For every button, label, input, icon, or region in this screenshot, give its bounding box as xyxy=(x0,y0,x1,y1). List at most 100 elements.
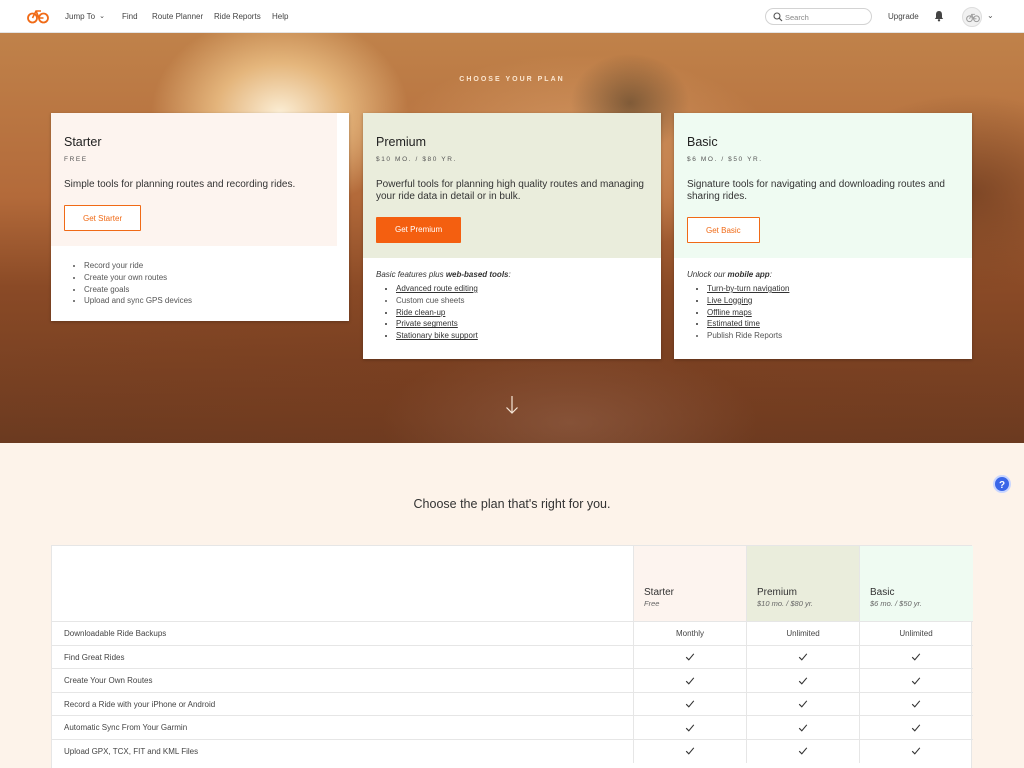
plan-card-header: Starter FREE Simple tools for planning r… xyxy=(51,113,337,246)
check-icon xyxy=(685,724,695,732)
features-intro: Basic features plus web-based tools: xyxy=(376,270,511,279)
plan-card-body: Record your ride Create your own routes … xyxy=(51,246,349,307)
check-icon xyxy=(685,747,695,756)
table-row: Record a Ride with your iPhone or Androi… xyxy=(52,691,973,716)
table-cell xyxy=(859,645,972,669)
check-icon xyxy=(798,677,808,685)
table-cell xyxy=(859,716,972,740)
feature-item: Custom cue sheets xyxy=(396,295,648,307)
feature-link[interactable]: Live Logging xyxy=(707,295,959,307)
column-name: Starter xyxy=(644,587,675,598)
check-icon xyxy=(911,747,921,756)
table-cell xyxy=(746,716,859,740)
column-price: $10 mo. / $80 yr. xyxy=(757,599,814,608)
section-title: Choose the plan that's right for you. xyxy=(413,497,611,511)
table-cell: Monthly xyxy=(633,622,746,646)
feature-link[interactable]: Ride clean-up xyxy=(396,307,648,319)
table-cell xyxy=(746,645,859,669)
feature-link[interactable]: Stationary bike support xyxy=(396,330,648,342)
table-cell xyxy=(633,692,746,716)
column-price: $6 mo. / $50 yr. xyxy=(870,599,922,608)
plan-description: Powerful tools for planning high quality… xyxy=(376,179,644,202)
feature-link[interactable]: Private segments xyxy=(396,318,648,330)
feature-list: Turn-by-turn navigation Live Logging Off… xyxy=(695,283,959,342)
table-row: Find Great Rides xyxy=(52,644,973,669)
plan-name: Premium xyxy=(376,135,427,149)
table-row: Downloadable Ride Backups Monthly Unlimite… xyxy=(52,621,973,646)
feature-item: Upload and sync GPS devices xyxy=(84,295,336,307)
feature-link[interactable]: Advanced route editing xyxy=(396,283,648,295)
bell-icon[interactable] xyxy=(933,10,945,22)
check-icon xyxy=(911,653,921,662)
search-input[interactable] xyxy=(785,11,865,23)
plan-card-starter: Starter FREE Simple tools for planning r… xyxy=(51,113,349,321)
column-header-basic: Basic $6 mo. / $50 yr. xyxy=(859,546,973,621)
get-starter-button[interactable]: Get Starter xyxy=(64,205,142,231)
plan-price: FREE xyxy=(64,156,88,163)
plan-card-header: Basic $6 MO. / $50 YR. Signature tools f… xyxy=(674,113,972,258)
plan-price: $6 MO. / $50 YR. xyxy=(687,156,763,163)
column-header-starter: Starter Free xyxy=(633,546,746,621)
get-premium-button[interactable]: Get Premium xyxy=(376,217,462,243)
feature-link[interactable]: Turn-by-turn navigation xyxy=(707,283,959,295)
logo-icon[interactable] xyxy=(27,8,49,24)
top-nav: Jump To ⌄ Find Route Planner Ride Reports… xyxy=(0,0,1024,33)
get-basic-button[interactable]: Get Basic xyxy=(687,217,760,243)
chevron-down-icon[interactable]: ⌄ xyxy=(987,11,994,20)
table-cell xyxy=(633,716,746,740)
feature-name: Downloadable Ride Backups xyxy=(64,629,167,638)
upgrade-link[interactable]: Upgrade xyxy=(888,12,919,21)
feature-list: Advanced route editing Custom cue sheets… xyxy=(384,283,648,342)
check-icon xyxy=(798,653,808,662)
column-header-premium: Premium $10 mo. / $80 yr. xyxy=(746,546,859,621)
check-icon xyxy=(911,724,921,732)
plan-card-basic: Basic $6 MO. / $50 YR. Signature tools f… xyxy=(674,113,972,359)
help-icon[interactable]: ? xyxy=(993,475,1011,493)
feature-name: Upload GPX, TCX, FIT and KML Files xyxy=(64,746,199,756)
table-cell xyxy=(859,739,972,763)
plan-name: Starter xyxy=(64,135,102,149)
table-cell xyxy=(746,739,859,763)
nav-route-planner[interactable]: Route Planner xyxy=(152,12,203,21)
plan-card-body: Basic features plus web-based tools: Adv… xyxy=(363,258,661,342)
search-icon xyxy=(773,12,783,22)
column-name: Premium xyxy=(757,587,798,598)
plan-card-body: Unlock our mobile app: Turn-by-turn navi… xyxy=(674,258,972,342)
avatar[interactable] xyxy=(962,7,982,27)
nav-help[interactable]: Help xyxy=(272,12,288,21)
feature-link[interactable]: Offline maps xyxy=(707,307,959,319)
check-icon xyxy=(685,677,695,685)
nav-ride-reports[interactable]: Ride Reports xyxy=(214,12,261,21)
check-icon xyxy=(798,724,808,732)
feature-name: Automatic Sync From Your Garmin xyxy=(64,723,188,732)
table-cell xyxy=(633,669,746,693)
nav-find[interactable]: Find xyxy=(122,12,138,21)
check-icon xyxy=(798,747,808,756)
table-cell xyxy=(859,669,972,693)
arrow-down-icon[interactable] xyxy=(505,395,519,415)
nav-jump-to[interactable]: Jump To ⌄ xyxy=(65,12,105,21)
table-cell xyxy=(746,669,859,693)
feature-name: Find Great Rides xyxy=(64,652,125,662)
feature-item: Create your own routes xyxy=(84,272,336,284)
feature-name: Record a Ride with your iPhone or Androi… xyxy=(64,699,216,709)
table-row: Automatic Sync From Your Garmin xyxy=(52,715,973,740)
plan-card-premium: Premium $10 MO. / $80 YR. Powerful tools… xyxy=(363,113,661,359)
column-name: Basic xyxy=(870,587,895,598)
feature-list: Record your ride Create your own routes … xyxy=(72,260,336,307)
plan-price: $10 MO. / $80 YR. xyxy=(376,156,457,163)
feature-name: Create Your Own Routes xyxy=(64,676,153,685)
feature-item: Create goals xyxy=(84,284,336,296)
feature-item: Publish Ride Reports xyxy=(707,330,959,342)
table-cell xyxy=(633,645,746,669)
comparison-table: Starter Free Premium $10 mo. / $80 yr. B… xyxy=(51,545,973,768)
table-row: Upload GPX, TCX, FIT and KML Files xyxy=(52,738,973,763)
column-price: Free xyxy=(644,599,660,608)
features-intro: Unlock our mobile app: xyxy=(687,270,772,279)
feature-item: Record your ride xyxy=(84,260,336,272)
table-cell xyxy=(859,692,972,716)
plan-name: Basic xyxy=(687,135,718,149)
feature-link[interactable]: Estimated time xyxy=(707,318,959,330)
chevron-down-icon: ⌄ xyxy=(99,13,105,20)
check-icon xyxy=(911,677,921,685)
